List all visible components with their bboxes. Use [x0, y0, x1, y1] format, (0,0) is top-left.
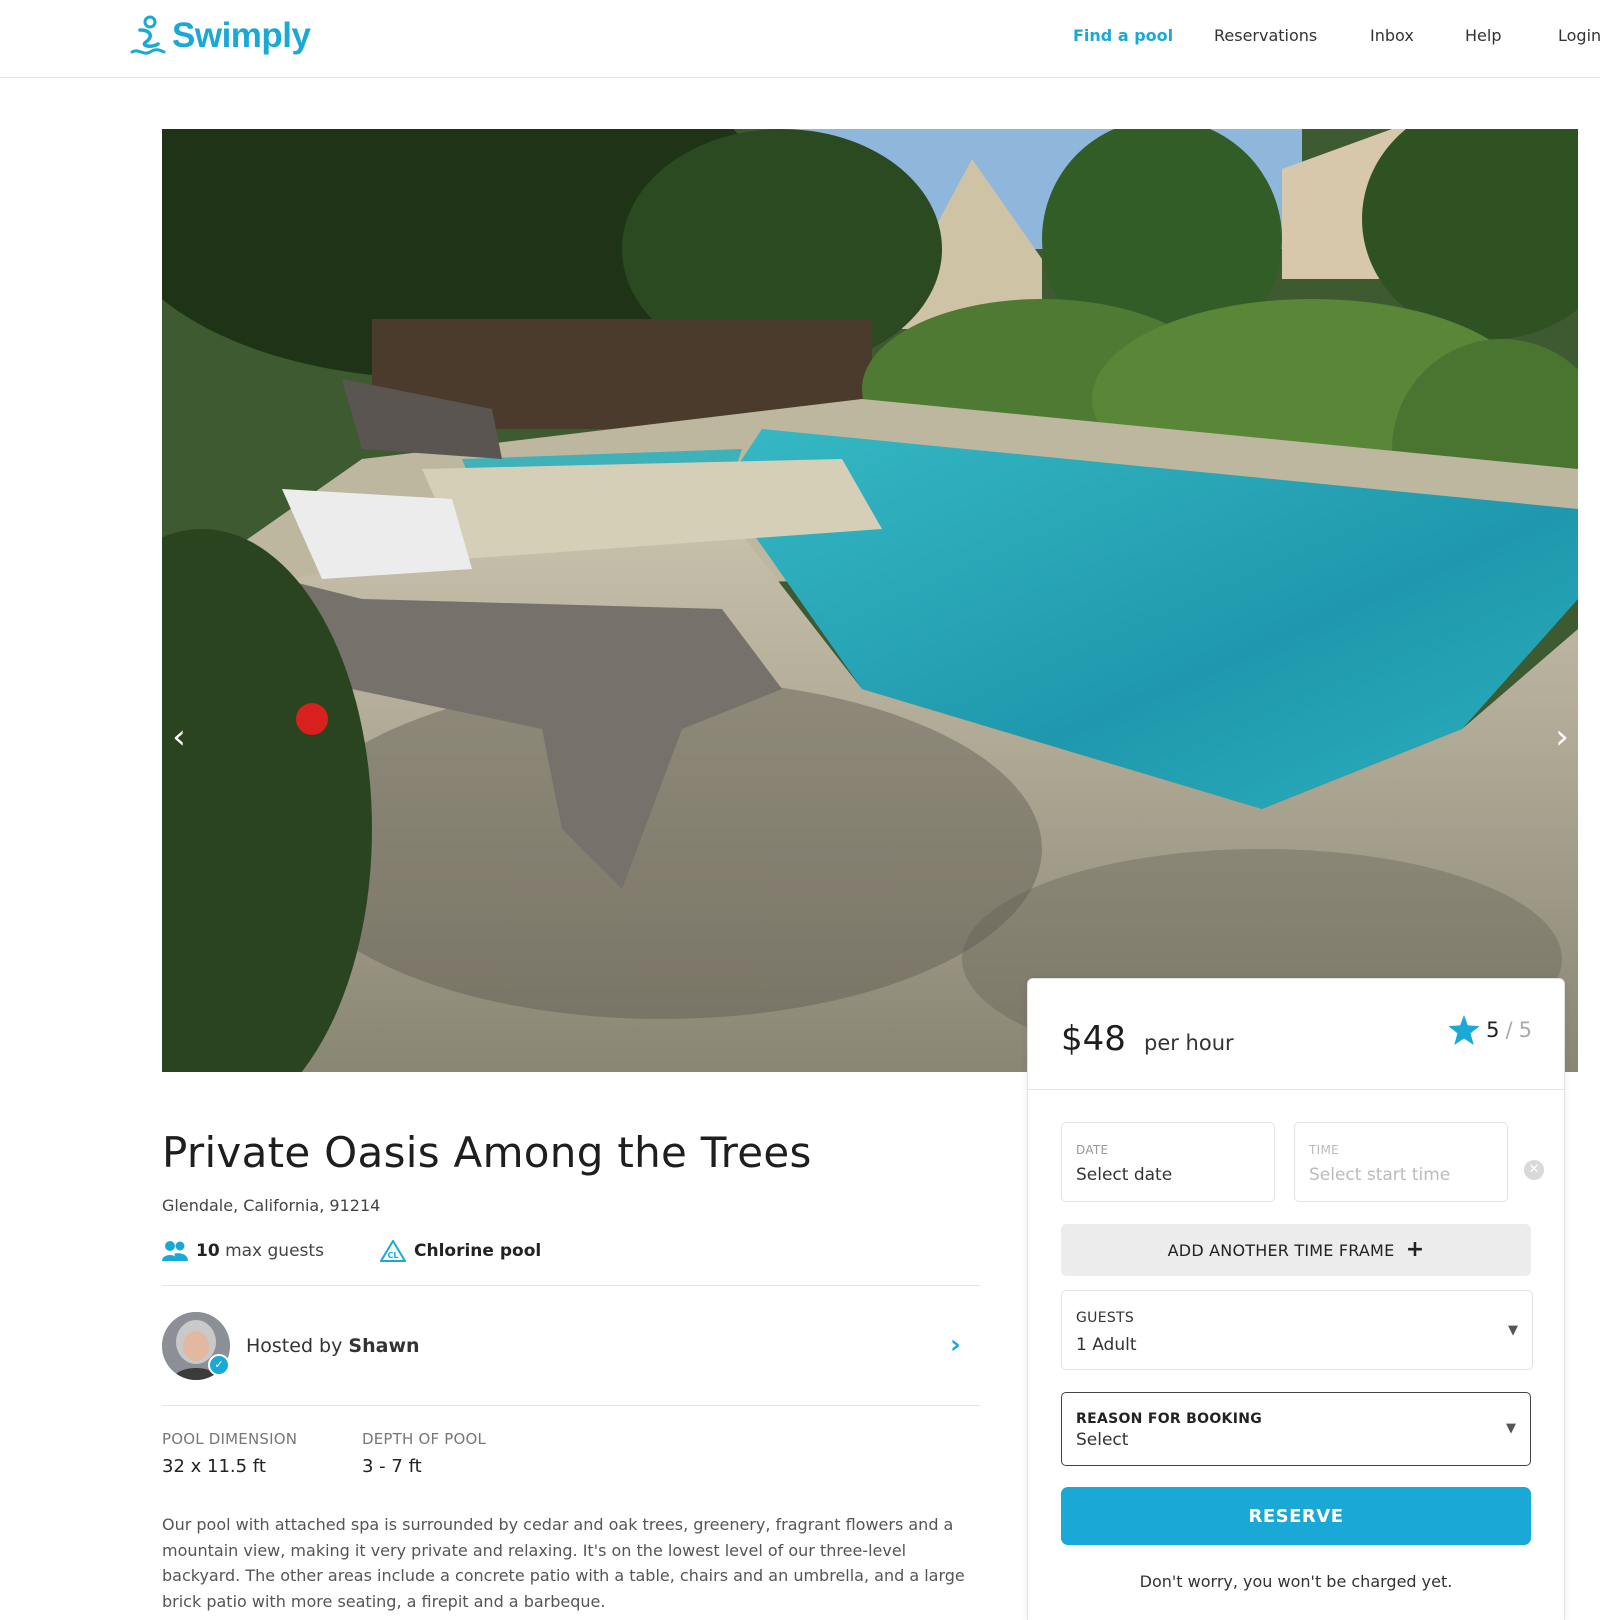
chlorine-icon: CL: [380, 1240, 406, 1262]
clear-time-icon[interactable]: ✕: [1524, 1160, 1544, 1180]
carousel-prev-icon[interactable]: ‹: [164, 717, 194, 757]
divider: [162, 1285, 980, 1286]
rating: 5 / 5: [1448, 1015, 1532, 1045]
nav-find-a-pool[interactable]: Find a pool: [1073, 26, 1173, 45]
max-guests-label: max guests: [225, 1241, 324, 1261]
rating-separator: /: [1505, 1018, 1513, 1042]
pool-photo: [162, 129, 1578, 1072]
listing-address: Glendale, California, 91214: [162, 1196, 381, 1215]
guests-select[interactable]: GUESTS 1 Adult ▼: [1061, 1290, 1533, 1370]
guests-label: GUESTS: [1076, 1310, 1135, 1326]
host-prefix: Hosted by: [246, 1335, 343, 1357]
host-chevron-icon[interactable]: ›: [950, 1330, 961, 1360]
date-label: DATE: [1076, 1143, 1109, 1157]
pool-depth-value: 3 - 7 ft: [362, 1456, 422, 1477]
star-icon: [1448, 1015, 1480, 1045]
price-unit: per hour: [1144, 1031, 1234, 1055]
chevron-down-icon: ▼: [1508, 1323, 1518, 1338]
swimmer-icon: [130, 15, 166, 55]
top-nav-bar: Swimply Find a pool Reservations Inbox H…: [0, 0, 1600, 78]
chevron-down-icon: ▼: [1506, 1421, 1516, 1436]
date-value: Select date: [1076, 1165, 1173, 1185]
verified-badge-icon: ✓: [208, 1354, 230, 1376]
listing-title: Private Oasis Among the Trees: [162, 1128, 812, 1177]
time-label: TIME: [1309, 1143, 1340, 1157]
reason-value: Select: [1076, 1430, 1129, 1450]
max-guests-count: 10: [196, 1241, 220, 1261]
time-value: Select start time: [1309, 1165, 1451, 1185]
nav-reservations[interactable]: Reservations: [1214, 26, 1317, 45]
time-picker[interactable]: TIME Select start time: [1294, 1122, 1508, 1202]
nav-login[interactable]: Login: [1558, 26, 1600, 45]
divider: [162, 1405, 980, 1406]
add-time-frame-button[interactable]: ADD ANOTHER TIME FRAME +: [1061, 1224, 1531, 1276]
guests-value: 1 Adult: [1076, 1335, 1137, 1355]
pool-type-feature: CL Chlorine pool: [380, 1240, 541, 1262]
pool-dimension-value: 32 x 11.5 ft: [162, 1456, 266, 1477]
rating-max: 5: [1518, 1018, 1532, 1042]
host-row[interactable]: Hosted by Shawn: [162, 1312, 420, 1380]
host-name: Shawn: [348, 1335, 420, 1357]
pool-dimension-label: POOL DIMENSION: [162, 1430, 298, 1448]
guests-icon: [162, 1241, 188, 1261]
booking-card: $48 per hour 5 / 5 DATE Select date TIME…: [1027, 978, 1565, 1620]
listing-description: Our pool with attached spa is surrounded…: [162, 1515, 965, 1611]
chlorine-icon-text: CL: [388, 1251, 399, 1260]
reason-select[interactable]: REASON FOR BOOKING Select ▼: [1061, 1392, 1531, 1466]
price-value: $48: [1061, 1019, 1126, 1059]
date-picker[interactable]: DATE Select date: [1061, 1122, 1275, 1202]
rating-value: 5: [1486, 1018, 1500, 1042]
reason-label: REASON FOR BOOKING: [1076, 1411, 1263, 1427]
add-time-frame-label: ADD ANOTHER TIME FRAME: [1167, 1241, 1395, 1260]
logo-text: Swimply: [172, 16, 311, 55]
price-header: $48 per hour 5 / 5: [1028, 979, 1564, 1090]
pool-depth-label: DEPTH OF POOL: [362, 1430, 487, 1448]
charge-note: Don't worry, you won't be charged yet.: [1139, 1572, 1453, 1591]
swimply-logo[interactable]: Swimply: [128, 14, 311, 58]
pool-photo-carousel[interactable]: ‹ ›: [162, 129, 1578, 1072]
pool-type-label: Chlorine pool: [414, 1241, 542, 1261]
nav-inbox[interactable]: Inbox: [1370, 26, 1414, 45]
nav-help[interactable]: Help: [1465, 26, 1501, 45]
reserve-button[interactable]: RESERVE: [1061, 1487, 1531, 1545]
plus-icon: +: [1405, 1237, 1425, 1262]
carousel-next-icon[interactable]: ›: [1547, 717, 1577, 757]
max-guests-feature: 10 max guests: [162, 1240, 324, 1262]
